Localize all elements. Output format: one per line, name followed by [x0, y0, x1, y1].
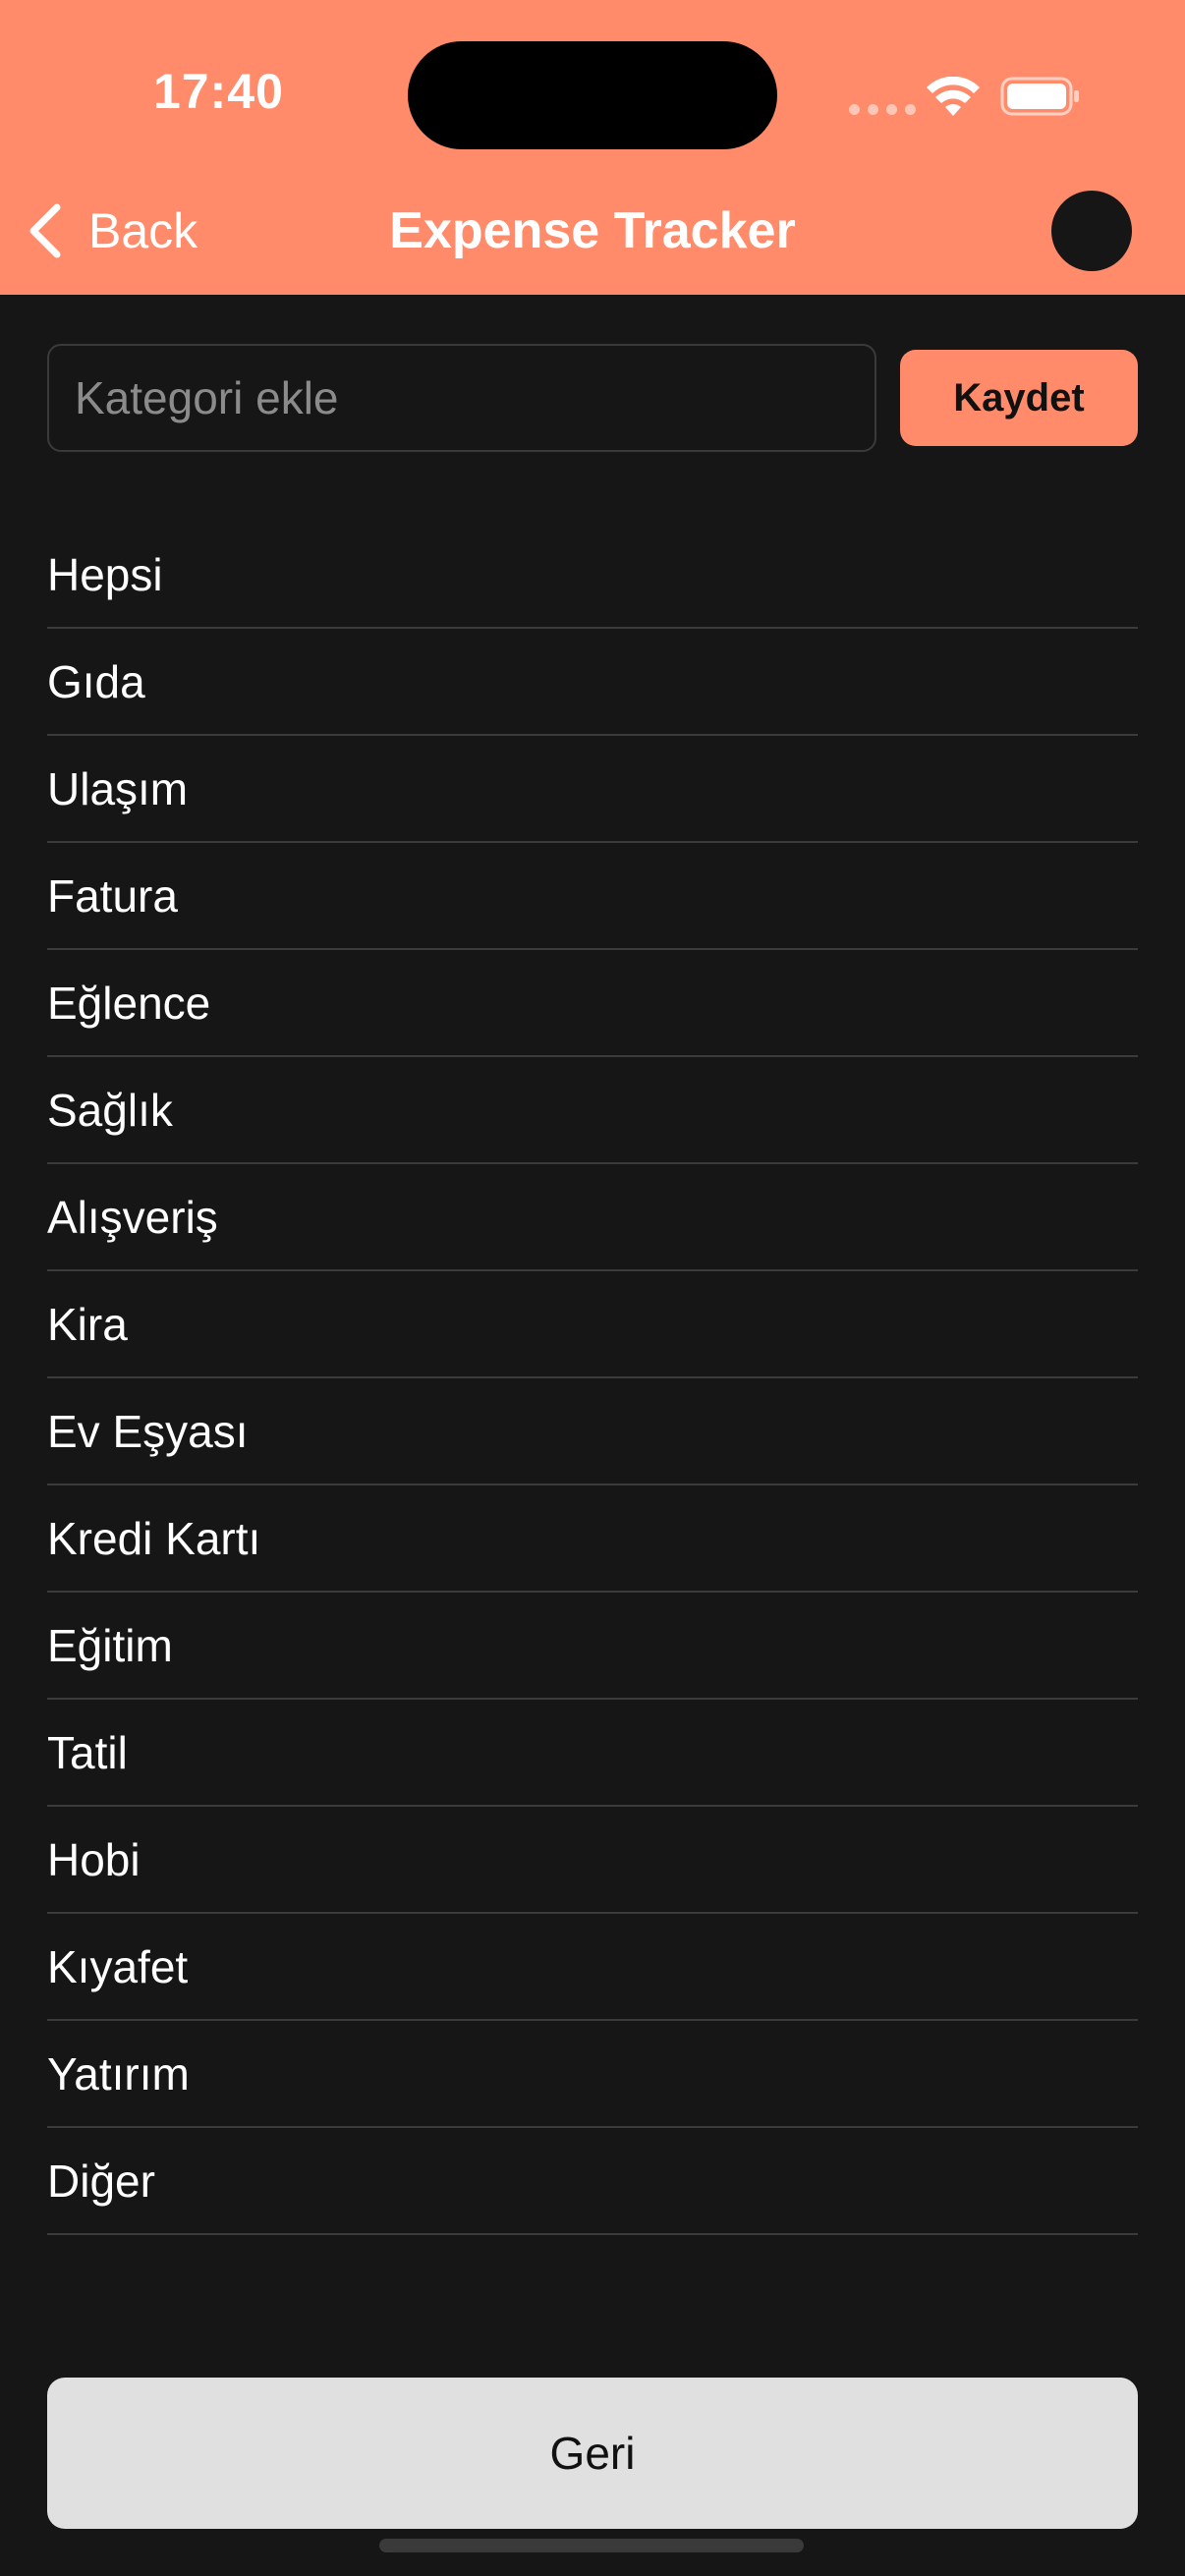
- cellular-signal-icon: [849, 104, 916, 115]
- home-indicator: [379, 2539, 804, 2552]
- wifi-icon: [927, 77, 980, 116]
- category-item[interactable]: Tatil: [47, 1700, 1138, 1807]
- geri-button[interactable]: Geri: [47, 2378, 1138, 2529]
- category-item[interactable]: Ev Eşyası: [47, 1378, 1138, 1485]
- category-item[interactable]: Sağlık: [47, 1057, 1138, 1164]
- status-time: 17:40: [153, 64, 284, 119]
- category-input[interactable]: [47, 344, 876, 452]
- category-item[interactable]: Hepsi: [47, 522, 1138, 629]
- category-item[interactable]: Eğlence: [47, 950, 1138, 1057]
- category-item[interactable]: Ulaşım: [47, 736, 1138, 843]
- avatar[interactable]: [1051, 191, 1132, 271]
- expense-tracker-screen: 17:40 Back Expense Tracker Kaydet Hepsi …: [0, 0, 1185, 2576]
- category-item[interactable]: Yatırım: [47, 2021, 1138, 2128]
- category-item[interactable]: Kira: [47, 1271, 1138, 1378]
- category-item[interactable]: Eğitim: [47, 1593, 1138, 1700]
- category-item[interactable]: Kredi Kartı: [47, 1485, 1138, 1593]
- category-item[interactable]: Gıda: [47, 629, 1138, 736]
- back-button[interactable]: Back: [24, 196, 198, 265]
- battery-icon: [1000, 77, 1079, 116]
- navigation-header: 17:40 Back Expense Tracker: [0, 0, 1185, 295]
- category-item[interactable]: Kıyafet: [47, 1914, 1138, 2021]
- category-item[interactable]: Diğer: [47, 2128, 1138, 2235]
- category-item[interactable]: Fatura: [47, 843, 1138, 950]
- chevron-left-icon: [29, 203, 61, 258]
- dynamic-island: [408, 41, 777, 149]
- category-item[interactable]: Hobi: [47, 1807, 1138, 1914]
- category-list: Hepsi Gıda Ulaşım Fatura Eğlence Sağlık …: [47, 522, 1138, 2235]
- save-button[interactable]: Kaydet: [900, 350, 1138, 446]
- category-item[interactable]: Alışveriş: [47, 1164, 1138, 1271]
- back-button-label: Back: [88, 203, 198, 258]
